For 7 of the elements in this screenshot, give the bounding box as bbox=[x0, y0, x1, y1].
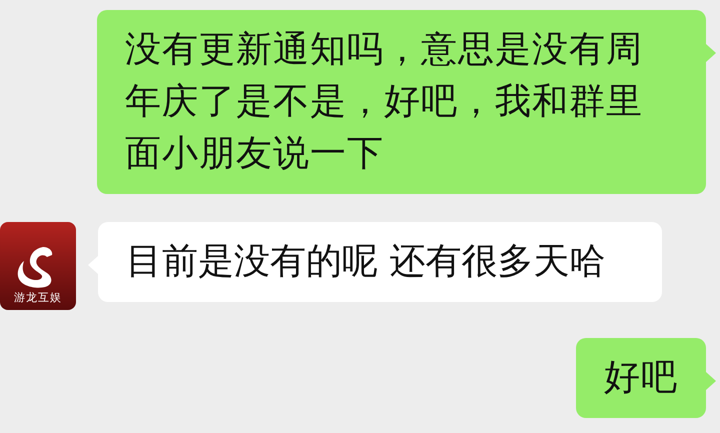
message-bubble: 没有更新通知吗，意思是没有周年庆了是不是，好吧，我和群里面小朋友说一下 bbox=[97, 10, 706, 194]
message-bubble: 目前是没有的呢 还有很多天哈 bbox=[98, 222, 662, 302]
avatar[interactable]: 游龙互娱 bbox=[0, 222, 76, 310]
bubble-tail bbox=[706, 44, 716, 62]
message-bubble: 好吧 bbox=[576, 338, 706, 418]
logo-text: 游龙互娱 bbox=[14, 291, 62, 304]
bubble-tail bbox=[706, 372, 716, 390]
